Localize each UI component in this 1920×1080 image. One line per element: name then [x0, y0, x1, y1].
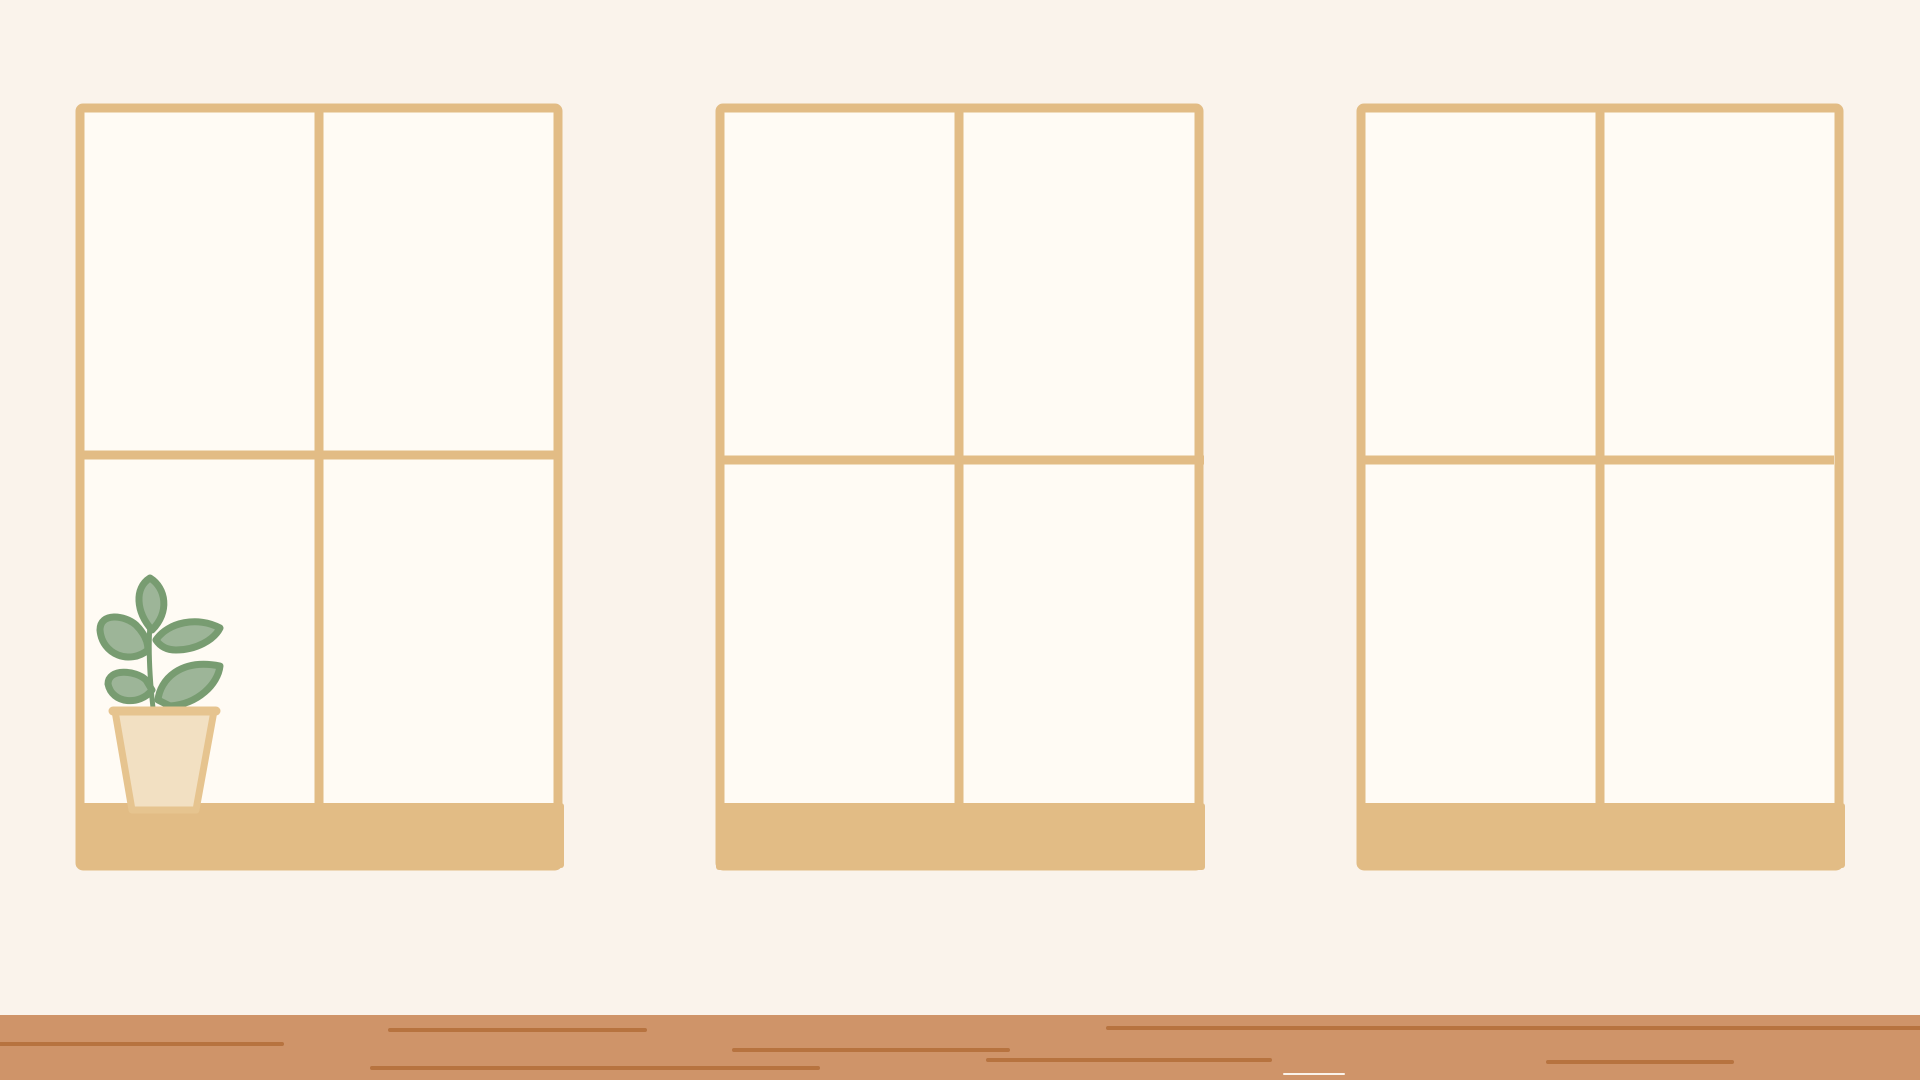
- window-right: [1356, 103, 1845, 871]
- plant-leaf-top: [135, 574, 168, 634]
- wooden-floor: [0, 1015, 1920, 1080]
- window-center: [715, 103, 1205, 871]
- window-wall-scene: [0, 0, 1920, 1080]
- floor-band: [0, 1015, 1920, 1080]
- plant-pot: [111, 707, 218, 814]
- plant-leaf-lower-left: [104, 668, 156, 705]
- window-center-sill: [716, 803, 1205, 870]
- window-right-sill: [1357, 803, 1845, 868]
